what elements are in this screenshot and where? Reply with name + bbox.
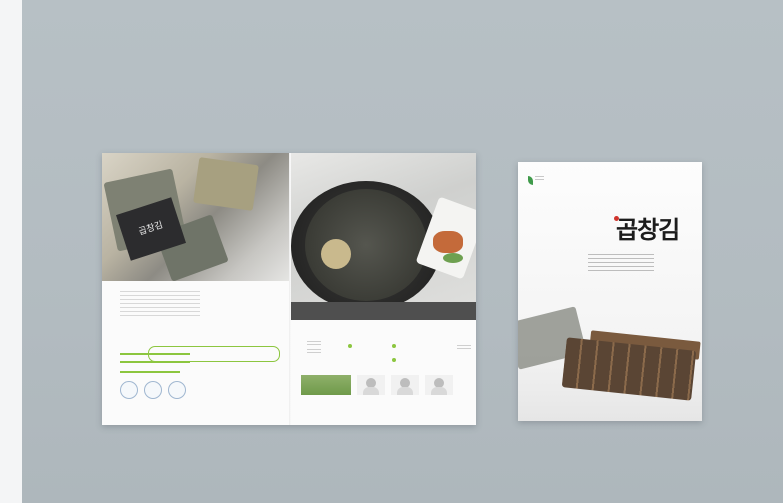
person-thumbnail <box>425 375 453 395</box>
timeline-label <box>307 349 321 355</box>
thumbnail-row <box>301 375 453 395</box>
circle-icon <box>168 381 186 399</box>
spread-brochure: 곱창김 <box>102 153 476 425</box>
caption-strip <box>291 302 476 320</box>
rice-bowl-photo <box>291 153 476 320</box>
egg-yolk <box>321 239 351 269</box>
brand-wordmark: 곱창김 <box>616 215 680 244</box>
timeline-dot <box>392 358 396 362</box>
person-thumbnail <box>357 375 385 395</box>
garnish <box>443 253 463 263</box>
cover-brochure: 곱창김 <box>518 162 702 421</box>
circle-icon <box>120 381 138 399</box>
green-rule <box>120 371 180 373</box>
side-dish <box>433 231 463 253</box>
brand-subtitle-lines <box>588 254 654 274</box>
person-thumbnail <box>391 375 419 395</box>
laver-photo-left: 곱창김 <box>102 153 289 282</box>
cover-logo <box>528 176 544 190</box>
body-text-lines <box>120 291 200 319</box>
timeline-dot <box>348 344 352 348</box>
field-thumbnail <box>301 375 351 395</box>
logo-text-lines <box>535 176 544 182</box>
leaf-icon <box>528 176 534 185</box>
icon-circle-row <box>120 381 186 399</box>
stage: 곱창김 곱창김 <box>0 0 783 503</box>
center-fold <box>289 153 291 425</box>
timeline-label <box>457 345 471 351</box>
left-text-block <box>120 291 280 319</box>
timeline-dot <box>392 344 396 348</box>
circle-icon <box>144 381 162 399</box>
timeline-label <box>307 341 321 347</box>
timeline-track <box>148 346 280 362</box>
laver-sheet <box>193 157 259 211</box>
